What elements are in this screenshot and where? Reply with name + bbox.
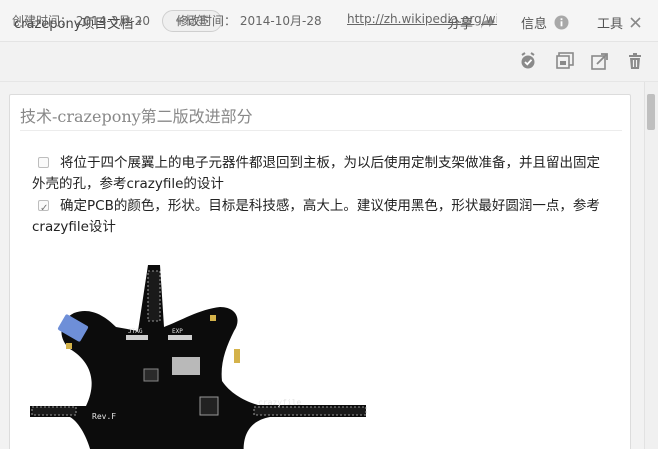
- pcb-edge-connector: [31, 406, 77, 416]
- task-text-2: 确定PCB的颜色，形状。目标是科技感，高大上。建议使用黑色，形状最好圆润一点，参…: [32, 198, 600, 235]
- pcb-rev-label: Rev.F: [92, 412, 116, 421]
- task-checkbox-2[interactable]: [38, 198, 49, 219]
- pcb-board-label: crazyfile: [258, 398, 302, 407]
- trash-icon[interactable]: [626, 52, 644, 70]
- pcb-crystal: [172, 357, 200, 375]
- task-checkbox-1[interactable]: [38, 157, 49, 168]
- pcb-board-image: crazyfile Rev.F JTAG EXP: [30, 265, 367, 449]
- task-text-1: 将位于四个展翼上的电子元器件都退回到主板，为以后使用定制支架做准备，并且留出固定…: [32, 155, 600, 192]
- pcb-exp-label: EXP: [172, 328, 183, 335]
- created-time: 创建时间： 2014-3月-20: [12, 12, 150, 29]
- tools-label: 工具: [597, 17, 624, 32]
- pcb-pad: [66, 343, 72, 349]
- pcb-jtag-label: JTAG: [128, 328, 143, 335]
- task-item-2: 确定PCB的颜色，形状。目标是科技感，高大上。建议使用黑色，形状最好圆润一点，参…: [32, 196, 612, 238]
- modified-time: 修改时间： 2014-10月-28: [176, 12, 322, 29]
- pcb-pad: [210, 315, 216, 321]
- pcb-chip: [143, 368, 159, 382]
- tools-button[interactable]: 工具: [597, 13, 623, 32]
- modified-label: 修改时间：: [176, 14, 237, 28]
- scrollbar-thumb[interactable]: [647, 94, 655, 130]
- info-button[interactable]: 信息: [521, 13, 569, 32]
- info-label: 信息: [521, 17, 548, 32]
- pcb-edge-connector: [147, 270, 161, 322]
- note-title[interactable]: 技术-crazepony第二版改进部分: [20, 103, 622, 131]
- pcb-edge-connector: [253, 406, 367, 416]
- scrollbar-track[interactable]: [644, 82, 658, 449]
- task-item-1: 将位于四个展翼上的电子元器件都退回到主板，为以后使用定制支架做准备，并且留出固定…: [32, 153, 612, 195]
- pcb-pad: [234, 349, 240, 363]
- pcb-jtag-header: [126, 335, 148, 340]
- created-label: 创建时间：: [12, 14, 73, 28]
- modified-value: 2014-10月-28: [239, 14, 322, 28]
- presentation-icon[interactable]: [556, 52, 574, 70]
- reminder-alarm-icon[interactable]: [519, 52, 537, 70]
- close-icon[interactable]: [630, 17, 641, 28]
- pcb-chip: [199, 396, 219, 416]
- source-url-link[interactable]: http://zh.wikipedia.org/wik: [347, 12, 497, 26]
- info-icon: [554, 15, 569, 30]
- pcb-exp-header: [168, 335, 192, 340]
- note-content[interactable]: 技术-crazepony第二版改进部分 将位于四个展翼上的电子元器件都退回到主板…: [9, 94, 631, 449]
- export-icon[interactable]: [591, 52, 609, 70]
- created-value: 2014-3月-20: [75, 14, 150, 28]
